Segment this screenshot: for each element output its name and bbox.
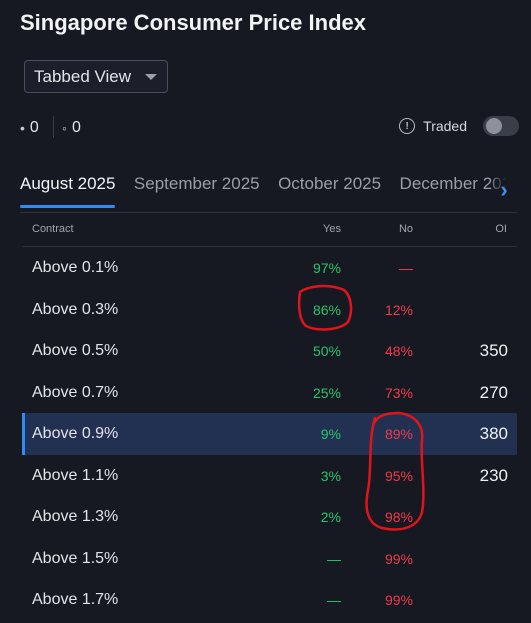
table-row[interactable]: Above 0.1% 97% — bbox=[22, 247, 517, 289]
position-count-value: 0 bbox=[29, 119, 39, 136]
table-row-selected[interactable]: Above 0.9% 9% 89% 380 bbox=[22, 413, 517, 455]
table-row[interactable]: Above 1.1% 3% 95% 230 bbox=[22, 455, 517, 497]
yes-price[interactable]: 50% bbox=[313, 343, 341, 359]
contract-name: Above 0.1% bbox=[32, 259, 119, 276]
contract-name: Above 0.3% bbox=[32, 300, 119, 318]
yes-price[interactable]: 97% bbox=[313, 260, 341, 276]
yes-price[interactable]: — bbox=[327, 592, 341, 608]
contract-name: Above 1.5% bbox=[32, 549, 119, 567]
no-price[interactable]: 98% bbox=[385, 509, 413, 525]
contract-name: Above 0.5% bbox=[32, 342, 119, 359]
filled-dot-icon: • bbox=[20, 120, 25, 136]
contract-name: Above 1.3% bbox=[32, 508, 119, 525]
month-tabs: August 2025 September 2025 October 2025 … bbox=[20, 170, 517, 213]
position-count-value: 0 bbox=[71, 119, 81, 136]
view-select-dropdown[interactable]: Tabbed View bbox=[24, 60, 168, 93]
tab-october-2025[interactable]: October 2025 bbox=[278, 170, 381, 208]
table-row[interactable]: Above 1.7% — 99% bbox=[22, 579, 517, 621]
yes-price[interactable]: 3% bbox=[321, 468, 341, 484]
info-icon[interactable]: ! bbox=[399, 118, 416, 134]
open-interest: 350 bbox=[479, 341, 508, 360]
contract-name: Above 0.7% bbox=[32, 383, 119, 401]
table-row[interactable]: Above 0.5% 50% 48% 350 bbox=[22, 330, 517, 372]
traded-toggle[interactable] bbox=[483, 116, 519, 136]
no-price[interactable]: 89% bbox=[385, 426, 413, 442]
no-price[interactable]: 99% bbox=[385, 551, 413, 567]
header-contract: Contract bbox=[32, 223, 74, 235]
yes-price[interactable]: — bbox=[327, 551, 341, 567]
open-interest: 380 bbox=[479, 424, 508, 443]
contract-name: Above 0.9% bbox=[32, 425, 119, 442]
position-count-hollow: ◦ 0 bbox=[62, 119, 81, 137]
contract-name: Above 1.1% bbox=[32, 466, 119, 484]
traded-label: Traded bbox=[423, 118, 467, 134]
toggle-knob bbox=[486, 118, 502, 134]
no-price[interactable]: 48% bbox=[385, 343, 413, 359]
count-divider bbox=[53, 116, 54, 138]
no-price[interactable]: 12% bbox=[385, 302, 413, 318]
table-row[interactable]: Above 1.3% 2% 98% bbox=[22, 496, 517, 538]
open-interest: 230 bbox=[479, 465, 508, 485]
position-count-filled: • 0 bbox=[20, 119, 39, 137]
tab-august-2025[interactable]: August 2025 bbox=[20, 170, 116, 208]
contract-table: Above 0.1% 97% — Above 0.3% 86% 12% Abov… bbox=[22, 247, 517, 621]
table-row[interactable]: Above 1.5% — 99% bbox=[22, 538, 517, 580]
tab-september-2025[interactable]: September 2025 bbox=[134, 170, 260, 208]
page-title: Singapore Consumer Price Index bbox=[20, 10, 366, 35]
yes-price[interactable]: 86% bbox=[313, 302, 341, 318]
open-interest: 270 bbox=[479, 382, 508, 402]
yes-price[interactable]: 25% bbox=[313, 385, 341, 401]
table-row[interactable]: Above 0.7% 25% 73% 270 bbox=[22, 372, 517, 414]
yes-price[interactable]: 9% bbox=[321, 426, 341, 442]
chevron-right-icon[interactable]: › bbox=[491, 170, 517, 210]
traded-filter: ! Traded bbox=[399, 116, 519, 136]
no-price[interactable]: 73% bbox=[385, 385, 413, 401]
table-header: Contract Yes No OI bbox=[22, 214, 517, 247]
table-row[interactable]: Above 0.3% 86% 12% bbox=[22, 289, 517, 331]
no-price[interactable]: — bbox=[399, 260, 413, 276]
contract-name: Above 1.7% bbox=[32, 591, 119, 608]
no-price[interactable]: 95% bbox=[385, 468, 413, 484]
no-price[interactable]: 99% bbox=[385, 592, 413, 608]
header-no: No bbox=[398, 223, 413, 235]
header-yes: Yes bbox=[323, 223, 341, 235]
view-select-label: Tabbed View bbox=[34, 66, 132, 86]
hollow-dot-icon: ◦ bbox=[62, 120, 67, 136]
yes-price[interactable]: 2% bbox=[321, 509, 341, 525]
header-oi: OI bbox=[495, 223, 507, 235]
caret-down-icon bbox=[145, 74, 157, 80]
